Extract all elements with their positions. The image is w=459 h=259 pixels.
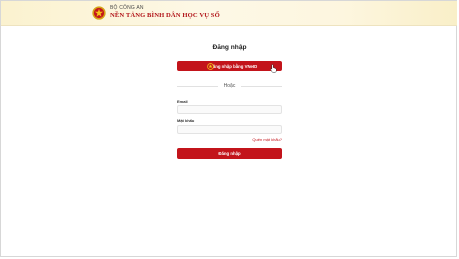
forgot-password-link[interactable]: Quên mật khẩu? [252, 137, 282, 142]
login-submit-label: Đăng nhập [218, 151, 241, 156]
or-divider-text: Hoặc [223, 83, 236, 89]
star-emblem-icon [207, 62, 214, 70]
police-emblem-icon [92, 6, 106, 20]
vneid-button-label: Đăng nhập bằng VNeID [209, 63, 258, 69]
password-field[interactable] [177, 125, 282, 134]
hand-pointer-icon [270, 64, 277, 73]
vneid-login-button[interactable]: Đăng nhập bằng VNeID [177, 61, 282, 71]
password-label: Mật khẩu [177, 118, 195, 123]
divider-right [241, 86, 282, 87]
login-title: Đăng nhập [212, 44, 247, 51]
email-label: Email [177, 99, 188, 104]
site-header: BỘ CÔNG AN NỀN TẢNG BÌNH DÂN HỌC VỤ SỐ [1, 1, 457, 26]
ministry-name: BỘ CÔNG AN [110, 5, 144, 11]
email-field[interactable] [177, 105, 282, 114]
platform-title: NỀN TẢNG BÌNH DÂN HỌC VỤ SỐ [110, 12, 220, 19]
login-submit-button[interactable]: Đăng nhập [177, 148, 282, 159]
